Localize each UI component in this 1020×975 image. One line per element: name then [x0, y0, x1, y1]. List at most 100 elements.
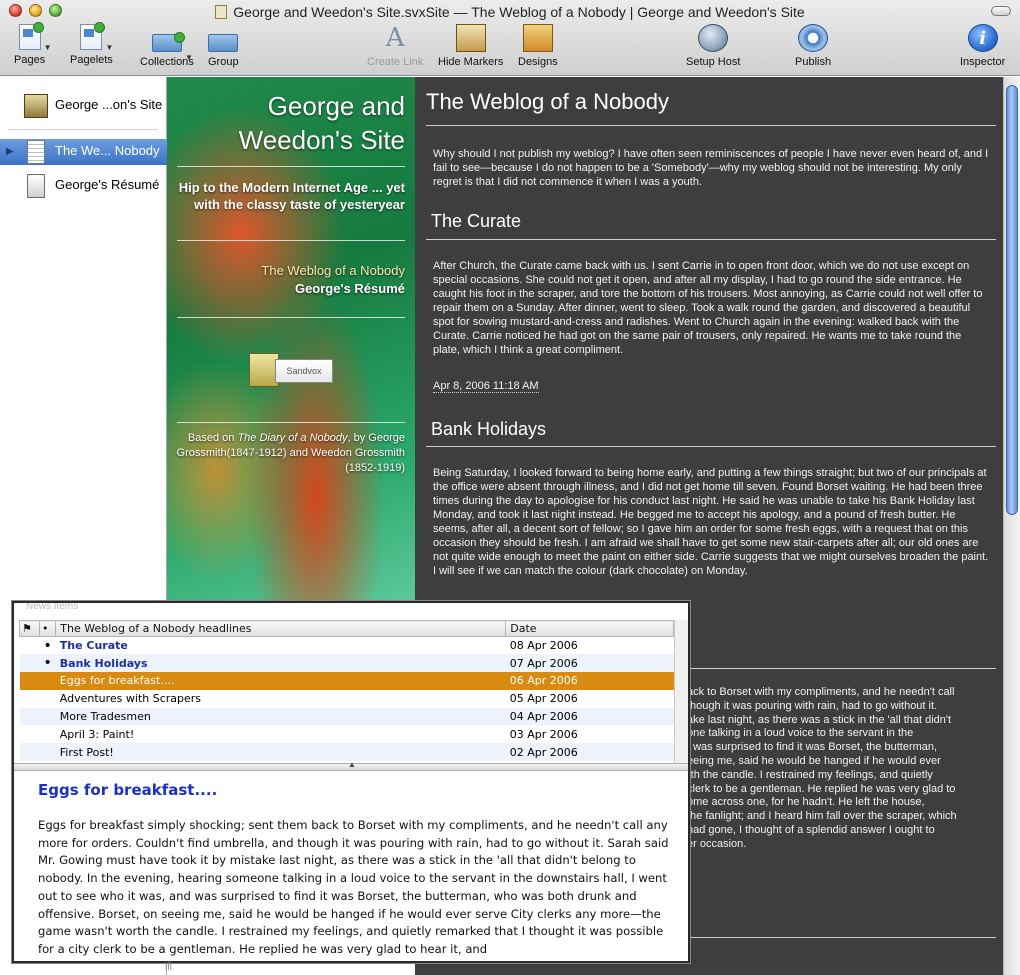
setup-host-label: Setup Host: [686, 56, 741, 68]
news-items-panel: News Items ⚑ • The Weblog of a Nobody he…: [12, 601, 690, 963]
globe-icon: [698, 24, 729, 52]
sidebar-resize-grip[interactable]: |||: [165, 960, 181, 972]
window-title: George and Weedon's Site.svxSite — The W…: [233, 4, 805, 20]
weblog-icon: [27, 140, 45, 164]
sidebar-item-site[interactable]: George ...on's Site: [0, 93, 167, 119]
banner-divider: [177, 240, 405, 241]
partial-line: though it was pouring with rain, had to …: [687, 699, 938, 712]
credit-prefix: Based on: [187, 432, 238, 444]
splitter-grip-icon: ▲: [348, 760, 356, 769]
headline-cell: April 3: Paint!: [59, 727, 135, 741]
designs-button[interactable]: Designs: [518, 24, 558, 68]
date-cell: 05 Apr 2006: [509, 692, 578, 706]
post-body[interactable]: After Church, the Curate came back with …: [433, 259, 989, 357]
setup-host-button[interactable]: Setup Host: [686, 24, 740, 68]
sidebar-item-label: George ...on's Site: [55, 97, 163, 112]
site-banner-column: George and Weedon's Site Hip to the Mode…: [167, 77, 415, 602]
news-list-scrollbar[interactable]: [674, 620, 688, 763]
flag-column-header[interactable]: ⚑: [19, 620, 40, 637]
date-cell: 03 Apr 2006: [509, 727, 578, 741]
table-row[interactable]: • The Curate 08 Apr 2006: [20, 637, 674, 655]
unread-bullet: •: [43, 637, 52, 654]
info-icon: i: [967, 24, 998, 52]
unread-bullet: •: [39, 654, 56, 673]
partial-line: ack to Borset with my compliments, and h…: [687, 686, 955, 698]
date-column-header[interactable]: Date: [505, 620, 674, 637]
unread-bullet: [39, 743, 56, 762]
designs-icon: [522, 24, 553, 52]
pagelets-button[interactable]: ▼ Pagelets: [70, 22, 113, 66]
pages-label: Pages: [14, 54, 46, 66]
page-intro[interactable]: Why should I not publish my weblog? I ha…: [433, 147, 989, 189]
unread-bullet: [39, 707, 56, 726]
scrollbar-thumb[interactable]: [1006, 85, 1018, 515]
site-credit: Based on The Diary of a Nobody, by Georg…: [175, 431, 405, 476]
publish-button[interactable]: Publish: [795, 24, 831, 68]
selected-article-text[interactable]: Eggs for breakfast simply shocking; sent…: [38, 817, 678, 959]
inspector-label: Inspector: [960, 56, 1006, 68]
partial-line: er occasion.: [687, 837, 747, 850]
nav-link-resume[interactable]: George's Résumé: [295, 281, 405, 296]
inspector-button[interactable]: i Inspector: [960, 24, 1005, 68]
news-panel-label: News Items: [26, 601, 79, 612]
partial-line: clerk to be a gentleman. He replied he w…: [687, 782, 956, 795]
date-cell: 08 Apr 2006: [509, 639, 578, 653]
post-date[interactable]: Apr 8, 2006 11:18 AM: [433, 380, 539, 393]
headline-column-header[interactable]: The Weblog of a Nobody headlines: [55, 620, 507, 637]
sandvox-badge[interactable]: Sandvox: [247, 345, 335, 391]
partial-line: I was surprised to find it was Borset, t…: [687, 741, 938, 754]
date-cell: 02 Apr 2006: [505, 743, 674, 762]
post-title[interactable]: The Curate: [431, 211, 521, 232]
table-row[interactable]: • Bank Holidays 07 Apr 2006: [19, 654, 674, 673]
pages-button[interactable]: ▼ Pages: [14, 22, 52, 66]
post-body[interactable]: Being Saturday, I looked forward to bein…: [433, 466, 989, 578]
news-table: ⚑ • The Weblog of a Nobody headlines Dat…: [19, 620, 674, 762]
partial-line: ake last night, as there was a stick in …: [687, 713, 952, 726]
partial-line: eeing me, said he would be hanged if he …: [687, 754, 941, 767]
table-row-selected[interactable]: Eggs for breakfast.... 06 Apr 2006: [19, 672, 674, 690]
post-rule: [426, 239, 996, 240]
table-row[interactable]: First Post! 02 Apr 2006: [19, 743, 674, 762]
content-scrollbar[interactable]: [1003, 77, 1020, 975]
banner-divider: [177, 422, 405, 423]
create-link-icon: A: [385, 23, 405, 53]
headline-cell: More Tradesmen: [55, 707, 506, 726]
post-rule: [426, 446, 996, 447]
collections-button[interactable]: ▼ Collections: [140, 24, 194, 68]
site-icon: [24, 94, 48, 118]
banner-divider: [177, 166, 405, 167]
pane-splitter[interactable]: ▲: [14, 760, 688, 771]
group-button[interactable]: Group: [208, 24, 239, 68]
nav-link-weblog[interactable]: The Weblog of a Nobody: [261, 263, 405, 278]
headline-cell: Bank Holidays: [55, 654, 506, 673]
sidebar-item-resume[interactable]: George's Résumé: [0, 173, 167, 199]
site-title: George and Weedon's Site: [238, 91, 405, 155]
partial-line: had gone, I thought of a splendid answer…: [687, 823, 935, 836]
unread-column-header[interactable]: •: [38, 620, 57, 637]
group-label: Group: [208, 56, 239, 68]
toolbar-toggle-button[interactable]: [991, 6, 1011, 16]
sidebar-item-label: George's Résumé: [55, 177, 160, 192]
post-body-partial[interactable]: ack to Borset with my compliments, and h…: [687, 686, 987, 852]
sidebar-item-weblog[interactable]: ▶ The We... Nobody: [0, 139, 167, 165]
pagelets-label: Pagelets: [70, 54, 113, 66]
unread-bullet: [40, 690, 56, 708]
hide-markers-button[interactable]: Hide Markers: [438, 24, 503, 68]
page-icon: ▼: [18, 22, 52, 52]
publish-icon: [798, 24, 829, 52]
date-cell: 06 Apr 2006: [505, 672, 674, 690]
page-title[interactable]: The Weblog of a Nobody: [426, 89, 669, 115]
post-title[interactable]: Bank Holidays: [431, 419, 546, 440]
disclosure-triangle-icon[interactable]: ▶: [6, 146, 14, 157]
table-row[interactable]: April 3: Paint! 03 Apr 2006: [20, 725, 674, 743]
create-link-button[interactable]: A Create Link: [367, 24, 423, 68]
table-row[interactable]: Adventures with Scrapers 05 Apr 2006: [20, 690, 674, 708]
publish-label: Publish: [795, 56, 832, 68]
resume-icon: [27, 174, 45, 198]
table-row[interactable]: More Tradesmen 04 Apr 2006: [19, 707, 674, 726]
selected-article-title[interactable]: Eggs for breakfast....: [38, 781, 217, 799]
window-title-bar: George and Weedon's Site.svxSite — The W…: [0, 4, 1020, 20]
date-cell: 04 Apr 2006: [505, 707, 674, 726]
title-rule: [426, 125, 996, 126]
group-folder-icon: [208, 34, 239, 52]
